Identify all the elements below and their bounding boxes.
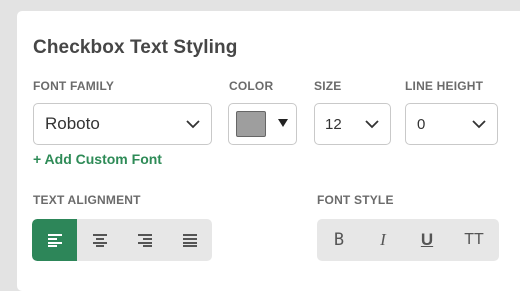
- color-picker-button[interactable]: [228, 103, 297, 145]
- color-swatch: [236, 111, 266, 137]
- color-label: COLOR: [229, 79, 274, 93]
- line-height-value: 0: [417, 115, 426, 133]
- size-label: SIZE: [314, 79, 342, 93]
- text-alignment-group: [32, 219, 212, 261]
- uppercase-button[interactable]: TT: [449, 219, 499, 261]
- font-family-value: Roboto: [45, 114, 100, 133]
- italic-button[interactable]: I: [361, 219, 405, 261]
- add-custom-font-link[interactable]: + Add Custom Font: [33, 151, 162, 167]
- font-family-label: FONT FAMILY: [33, 79, 115, 93]
- chevron-down-icon: [186, 120, 200, 129]
- text-alignment-label: TEXT ALIGNMENT: [33, 193, 141, 207]
- align-left-icon: [47, 234, 62, 247]
- size-select[interactable]: 12: [314, 103, 391, 145]
- align-justify-icon: [182, 234, 197, 247]
- panel-title: Checkbox Text Styling: [33, 37, 238, 58]
- align-right-icon: [137, 234, 152, 247]
- line-height-label: LINE HEIGHT: [405, 79, 484, 93]
- chevron-down-icon: [472, 120, 486, 129]
- font-style-group: B I U TT: [317, 219, 499, 261]
- align-center-icon: [92, 234, 107, 247]
- chevron-down-icon: [365, 120, 379, 129]
- align-left-button[interactable]: [32, 219, 77, 261]
- size-value: 12: [325, 115, 342, 133]
- align-right-button[interactable]: [122, 219, 167, 261]
- align-center-button[interactable]: [77, 219, 122, 261]
- caret-down-icon: [278, 119, 288, 127]
- font-style-label: FONT STYLE: [317, 193, 394, 207]
- font-family-select[interactable]: Roboto: [33, 103, 212, 145]
- align-justify-button[interactable]: [167, 219, 212, 261]
- bold-button[interactable]: B: [317, 219, 361, 261]
- underline-button[interactable]: U: [405, 219, 449, 261]
- line-height-select[interactable]: 0: [405, 103, 498, 145]
